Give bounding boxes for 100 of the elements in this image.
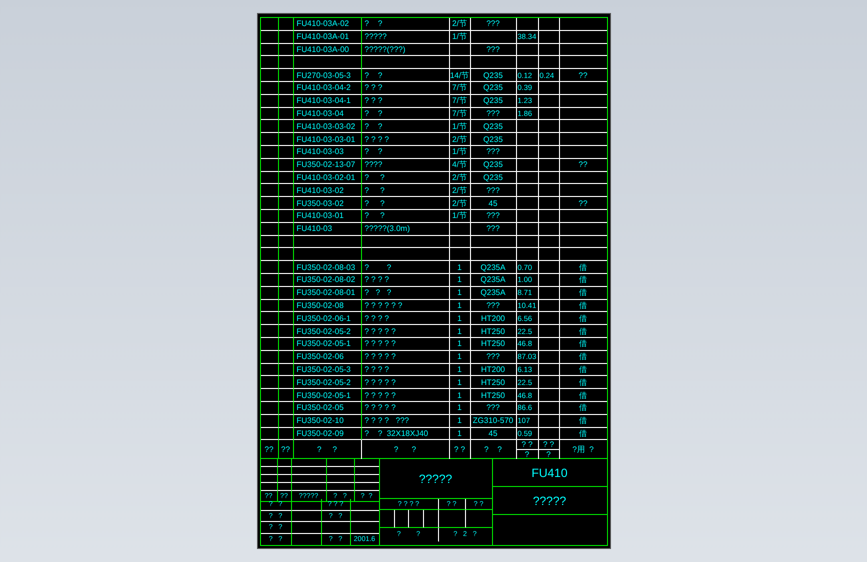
- table-cell: 借: [560, 414, 606, 428]
- table-cell: ? ? ? ? ? ?: [362, 300, 450, 312]
- table-cell: [278, 325, 294, 338]
- table-cell: [278, 108, 294, 120]
- table-cell: ???: [470, 222, 516, 236]
- table-cell: [278, 338, 294, 351]
- table-cell: ? ?: [362, 184, 450, 198]
- table-cell: [538, 350, 560, 364]
- table-cell: 2/节: [450, 18, 470, 31]
- table-cell: FU410-03-04-1: [294, 94, 362, 108]
- table-cell: 借: [560, 261, 606, 274]
- table-cell: FU350-02-05-1: [294, 338, 362, 351]
- table-cell: [278, 483, 292, 492]
- table-cell: [292, 510, 322, 522]
- table-cell: 1: [450, 286, 470, 300]
- table-cell: 借: [560, 376, 606, 390]
- header-label: ?: [545, 450, 552, 460]
- table-cell: [516, 184, 538, 198]
- table-cell: Q235: [470, 158, 516, 172]
- table-cell: 1: [450, 338, 470, 351]
- table-cell: [278, 30, 294, 44]
- table-cell: 借: [560, 312, 606, 326]
- table-cell: [292, 522, 322, 534]
- table-cell: Q235A: [470, 286, 516, 300]
- table-cell: 1: [450, 261, 470, 274]
- table-cell: FU350-02-06: [294, 350, 362, 364]
- table-cell: FU350-02-08-03: [294, 261, 362, 274]
- table-cell: [278, 475, 292, 484]
- table-cell: HT200: [470, 364, 516, 376]
- table-cell: FU350-02-05-2: [294, 376, 362, 390]
- table-cell: ? ? ? ? ???: [362, 414, 450, 428]
- table-cell: [326, 467, 354, 476]
- table-cell: [438, 510, 466, 528]
- table-cell: [278, 158, 294, 172]
- drawing-number: FU410: [492, 459, 606, 488]
- table-cell: [278, 376, 294, 390]
- table-cell: ? ? ? ?: [362, 312, 450, 326]
- table-cell: ??: [260, 440, 278, 460]
- table-cell: FU350-02-08: [294, 300, 362, 312]
- table-cell: 45: [470, 197, 516, 210]
- table-cell: 4/节: [450, 158, 470, 172]
- table-cell: 1: [450, 274, 470, 287]
- table-cell: 7/节: [450, 94, 470, 108]
- table-cell: FU410-03-04: [294, 108, 362, 120]
- table-cell: [538, 158, 560, 172]
- table-cell: [538, 325, 560, 338]
- table-cell: 2/节: [450, 172, 470, 184]
- table-cell: HT200: [470, 312, 516, 326]
- table-cell: [278, 261, 294, 274]
- table-cell: ? ?: [362, 210, 450, 223]
- table-cell: [538, 82, 560, 95]
- header-label: ? ?: [538, 440, 558, 450]
- table-cell: ?????(3.0m): [362, 222, 450, 236]
- table-cell: [322, 522, 350, 534]
- table-cell: [278, 300, 294, 312]
- table-cell: FU350-03-02: [294, 197, 362, 210]
- table-cell: ?????: [362, 30, 450, 44]
- table-cell: ???: [470, 300, 516, 312]
- table-cell: [278, 414, 294, 428]
- table-cell: [326, 483, 354, 492]
- table-cell: FU410-03-04-2: [294, 82, 362, 95]
- table-cell: [538, 94, 560, 108]
- table-cell: ? ? ? ? ?: [362, 350, 450, 364]
- table-cell: 1: [450, 364, 470, 376]
- table-cell: ???: [470, 108, 516, 120]
- table-cell: [278, 364, 294, 376]
- table-cell: [278, 350, 294, 364]
- table-cell: [292, 499, 322, 511]
- table-cell: [516, 18, 538, 31]
- table-cell: [470, 236, 516, 248]
- table-cell: 1: [450, 414, 470, 428]
- table-cell: [278, 236, 294, 248]
- table-cell: ? ?: [362, 69, 450, 82]
- table-cell: 2/节: [450, 184, 470, 198]
- table-cell: ???: [470, 210, 516, 223]
- table-cell: FU350-02-05-3: [294, 364, 362, 376]
- table-cell: FU350-02-08-02: [294, 274, 362, 287]
- table-cell: 1: [450, 376, 470, 390]
- table-cell: [278, 312, 294, 326]
- table-cell: [538, 197, 560, 210]
- table-cell: [538, 402, 560, 415]
- table-cell: [538, 222, 560, 236]
- table-cell: Q235: [470, 82, 516, 95]
- table-cell: [516, 248, 538, 262]
- table-cell: [292, 483, 326, 492]
- table-cell: [538, 108, 560, 120]
- table-cell: FU410-03-01: [294, 210, 362, 223]
- table-cell: FU410-03A-02: [294, 18, 362, 31]
- table-cell: [278, 286, 294, 300]
- table-cell: [278, 274, 294, 287]
- table-cell: 7/节: [450, 82, 470, 95]
- table-cell: 45: [470, 428, 516, 440]
- table-cell: ???: [470, 184, 516, 198]
- table-cell: [516, 172, 538, 184]
- table-cell: [516, 210, 538, 223]
- table-cell: [278, 248, 294, 262]
- table-cell: 1: [450, 300, 470, 312]
- table-cell: [538, 261, 560, 274]
- table-cell: 14/节: [450, 69, 470, 82]
- table-cell: ? ?: [450, 440, 470, 460]
